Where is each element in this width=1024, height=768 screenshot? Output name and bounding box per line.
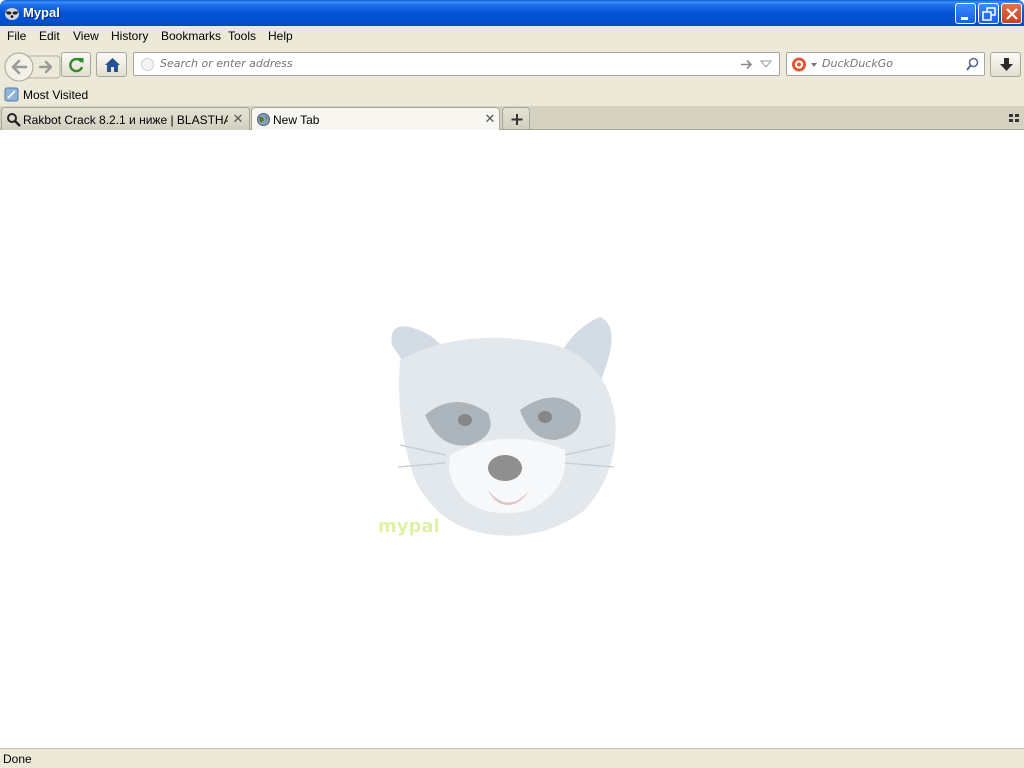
status-text: Done [3,752,32,766]
tab-title: New Tab [273,113,320,127]
new-tab-button[interactable] [502,107,530,129]
blasthack-favicon-icon [7,113,21,127]
restore-icon [982,7,996,21]
minimize-icon [961,17,968,20]
list-all-tabs-icon[interactable] [1008,112,1020,124]
navigation-toolbar [0,46,1024,84]
most-visited-folder-icon [4,87,19,102]
home-button[interactable] [96,52,127,77]
downloads-button[interactable] [990,52,1021,77]
status-bar: Done [0,748,1024,768]
menu-edit[interactable]: Edit [39,29,60,43]
menu-bar: File Edit View History Bookmarks Tools H… [0,26,1024,46]
search-icon[interactable] [965,57,980,72]
close-window-button[interactable] [1001,3,1022,24]
address-bar[interactable] [133,52,780,76]
bookmarks-toolbar: Most Visited [0,84,1024,106]
minimize-button[interactable] [955,3,976,24]
duckduckgo-engine-icon[interactable] [791,56,819,73]
menu-tools[interactable]: Tools [228,29,256,43]
window-title: Mypal [23,5,60,20]
history-dropdown-icon[interactable] [760,59,772,69]
tab-strip: Rakbot Crack 8.2.1 и ниже | BLASTHACK...… [0,106,1024,131]
go-arrow-icon[interactable] [739,57,754,72]
search-input[interactable] [822,57,962,70]
menu-bookmarks[interactable]: Bookmarks [161,29,221,43]
plus-icon [511,114,523,125]
mypal-raccoon-logo: mypal [378,317,616,537]
tab-close-icon[interactable]: ✕ [231,112,245,126]
tab-new-tab[interactable]: New Tab ✕ [251,107,500,131]
close-icon [1006,8,1018,20]
tab-title: Rakbot Crack 8.2.1 и ниже | BLASTHACK... [23,113,228,127]
home-icon [105,58,120,72]
menu-help[interactable]: Help [268,29,293,43]
reload-icon [69,57,84,73]
title-bar: Mypal [0,0,1024,26]
new-tab-page: mypal [0,130,1024,748]
globe-icon [257,113,270,126]
tab-rakbot[interactable]: Rakbot Crack 8.2.1 и ниже | BLASTHACK...… [1,107,250,130]
menu-history[interactable]: History [111,29,148,43]
mypal-watermark: mypal [378,516,440,537]
restore-button[interactable] [978,3,999,24]
page-globe-icon [141,58,154,71]
menu-view[interactable]: View [73,29,99,43]
menu-file[interactable]: File [7,29,26,43]
mypal-app-icon [5,8,19,20]
bookmark-most-visited[interactable]: Most Visited [23,88,88,102]
back-forward-group [4,50,61,82]
downloads-icon [1000,58,1013,71]
address-input[interactable] [160,57,730,70]
tab-close-icon[interactable]: ✕ [483,112,497,126]
reload-button[interactable] [61,52,91,77]
search-bar[interactable] [786,52,985,76]
